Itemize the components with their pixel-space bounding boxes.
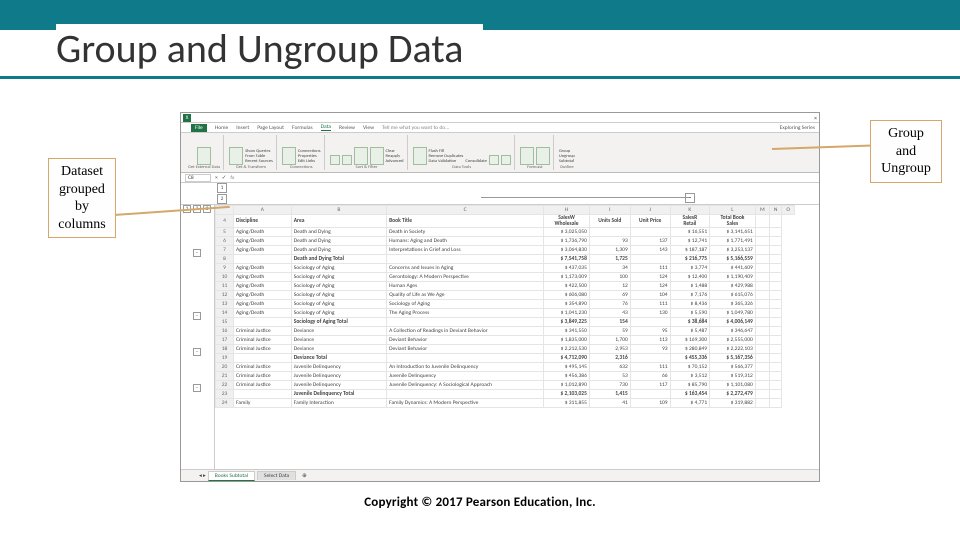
excel-titlebar: X ×	[181, 113, 819, 123]
add-sheet-icon[interactable]: ⊕	[298, 473, 311, 479]
tab-review[interactable]: Review	[339, 125, 355, 131]
col-outline-minus[interactable]: −	[685, 193, 695, 203]
ribbon-label: Data Tools	[452, 165, 471, 170]
table-row[interactable]: 10Aging/DeathSociology of AgingGerontolo…	[216, 273, 795, 282]
ribbon-group-forecast: Forecast	[517, 135, 554, 170]
col-outline-bracket	[481, 197, 691, 198]
fx-icon[interactable]: fx	[230, 175, 234, 181]
table-row[interactable]: 9Aging/DeathSociology of AgingConcerns a…	[216, 264, 795, 273]
table-row[interactable]: 13Aging/DeathSociology of AgingSociology…	[216, 300, 795, 309]
ribbon-group-data-tools: Flash Fill Remove Duplicates Data Valida…	[410, 135, 515, 170]
text-to-cols-icon[interactable]	[413, 147, 427, 165]
relationships-icon[interactable]	[489, 155, 499, 165]
row-outline-minus[interactable]: −	[193, 384, 201, 392]
ribbon-group-outline: Group Ungroup Subtotal Outline	[556, 135, 578, 170]
grid: 1 2 3 − − − − ABCHIJKLMNO4DisciplineArea…	[181, 205, 819, 469]
table-row[interactable]: 7Aging/DeathDeath and DyingInterpretatio…	[216, 246, 795, 255]
excel-screenshot: X × File Home Insert Page Layout Formula…	[180, 112, 820, 482]
table-row[interactable]: 23Juvenile Delinquency Total$ 2,103,0251…	[216, 390, 795, 399]
tab-home[interactable]: Home	[215, 125, 228, 131]
cancel-icon[interactable]: ×	[215, 175, 218, 181]
ribbon-label: Forecast	[527, 165, 542, 170]
filter-icon[interactable]	[370, 147, 384, 165]
ribbon-label: Get External Data	[188, 165, 220, 170]
enter-icon[interactable]: ✓	[222, 175, 227, 181]
page-title: Group and Ungroup Data	[56, 24, 483, 73]
sort-icon[interactable]	[354, 147, 368, 165]
table-row[interactable]: 24FamilyFamily InteractionFamily Dynamic…	[216, 399, 795, 408]
row-outline-minus[interactable]: −	[193, 348, 201, 356]
table-row[interactable]: 19Deviance Total$ 4,712,0902,316$ 455,33…	[216, 354, 795, 363]
table-row[interactable]: 22Criminal JusticeJuvenile DelinquencyJu…	[216, 381, 795, 390]
table-row[interactable]: 11Aging/DeathSociology of AgingHuman Age…	[216, 282, 795, 291]
tell-me[interactable]: Tell me what you want to do...	[382, 125, 449, 131]
callout-dataset-grouped: Dataset grouped by columns	[48, 158, 116, 238]
formula-bar: C8 × ✓ fx	[181, 173, 819, 183]
col-outline-level-2[interactable]: 2	[217, 194, 227, 204]
ribbon-label: Sort & Filter	[356, 165, 378, 170]
tab-file[interactable]: File	[191, 124, 207, 132]
table-row[interactable]: 17Criminal JusticeDevianceDeviant Behavi…	[216, 336, 795, 345]
new-query-icon[interactable]	[229, 147, 243, 165]
ribbon-label: Outline	[560, 165, 574, 170]
ribbon-group-sort-filter: Clear Reapply Advanced Sort & Filter	[327, 135, 408, 170]
sheet-tabs: ◂ ▸ Books Subtotal Select Data ⊕	[181, 469, 819, 481]
table-row[interactable]: 18Criminal JusticeDevianceDeviant Behavi…	[216, 345, 795, 354]
tab-formulas[interactable]: Formulas	[292, 125, 313, 131]
ribbon-group-transform: Show Queries From Table Recent Sources G…	[226, 135, 277, 170]
callout-group-ungroup: Group and Ungroup	[870, 120, 942, 183]
title-underline	[0, 76, 960, 79]
ribbon: Get External Data Show Queries From Tabl…	[181, 133, 819, 173]
tab-pagelayout[interactable]: Page Layout	[257, 125, 284, 131]
sheet-scroll[interactable]: ◂ ▸	[199, 473, 206, 479]
ribbon-item[interactable]: Advanced	[386, 160, 404, 165]
tab-insert[interactable]: Insert	[236, 125, 249, 131]
forecast-icon[interactable]	[536, 147, 550, 165]
ribbon-group-external: Get External Data	[185, 135, 224, 170]
name-box[interactable]: C8	[185, 174, 211, 182]
refresh-icon[interactable]	[282, 147, 296, 165]
table-row[interactable]: 20Criminal JusticeJuvenile DelinquencyAn…	[216, 363, 795, 372]
row-outline-minus[interactable]: −	[193, 312, 201, 320]
row-outline-minus[interactable]: −	[193, 249, 201, 257]
sort-az-icon[interactable]	[330, 155, 340, 165]
row-outline: 1 2 3 − − − −	[181, 205, 215, 469]
user-name[interactable]: Exploring Series	[780, 125, 815, 131]
sheet-tab-active[interactable]: Books Subtotal	[208, 471, 255, 481]
spreadsheet-grid[interactable]: ABCHIJKLMNO4DisciplineAreaBook TitleSale…	[215, 205, 795, 408]
table-row[interactable]: 14Aging/DeathSociology of AgingThe Aging…	[216, 309, 795, 318]
copyright: Copyright © 2017 Pearson Education, Inc.	[0, 495, 960, 510]
table-row[interactable]: 12Aging/DeathSociology of AgingQuality o…	[216, 291, 795, 300]
column-outline: 1 2 −	[181, 183, 819, 205]
get-external-icon[interactable]	[197, 147, 211, 165]
whatif-icon[interactable]	[520, 147, 534, 165]
table-row[interactable]: 16Criminal JusticeDevianceA Collection o…	[216, 327, 795, 336]
tab-data[interactable]: Data	[321, 124, 331, 131]
table-row[interactable]: 6Aging/DeathDeath and DyingHumans: Aging…	[216, 237, 795, 246]
excel-icon: X	[183, 114, 191, 122]
ribbon-label: Get & Transform	[236, 165, 266, 170]
table-row[interactable]: 5Aging/DeathDeath and DyingDeath in Soci…	[216, 228, 795, 237]
manage-model-icon[interactable]	[501, 155, 511, 165]
sheet-tab-other[interactable]: Select Data	[257, 471, 296, 480]
table-row[interactable]: 21Criminal JusticeJuvenile DelinquencyJu…	[216, 372, 795, 381]
col-outline-level-1[interactable]: 1	[217, 183, 227, 193]
ribbon-group-connections: Connections Properties Edit Links Connec…	[279, 135, 325, 170]
table-row[interactable]: 8Death and Dying Total$ 7,541,7581,725$ …	[216, 255, 795, 264]
ribbon-label: Connections	[290, 165, 313, 170]
ribbon-tabs: File Home Insert Page Layout Formulas Da…	[181, 123, 819, 133]
close-icon[interactable]: ×	[814, 114, 817, 122]
table-row[interactable]: 15Sociology of Aging Total$ 3,849,225154…	[216, 318, 795, 327]
tab-view[interactable]: View	[363, 125, 374, 131]
status-bar: Ready ▦ ▤ ▥ − + 100%	[181, 481, 819, 482]
sort-za-icon[interactable]	[342, 155, 352, 165]
